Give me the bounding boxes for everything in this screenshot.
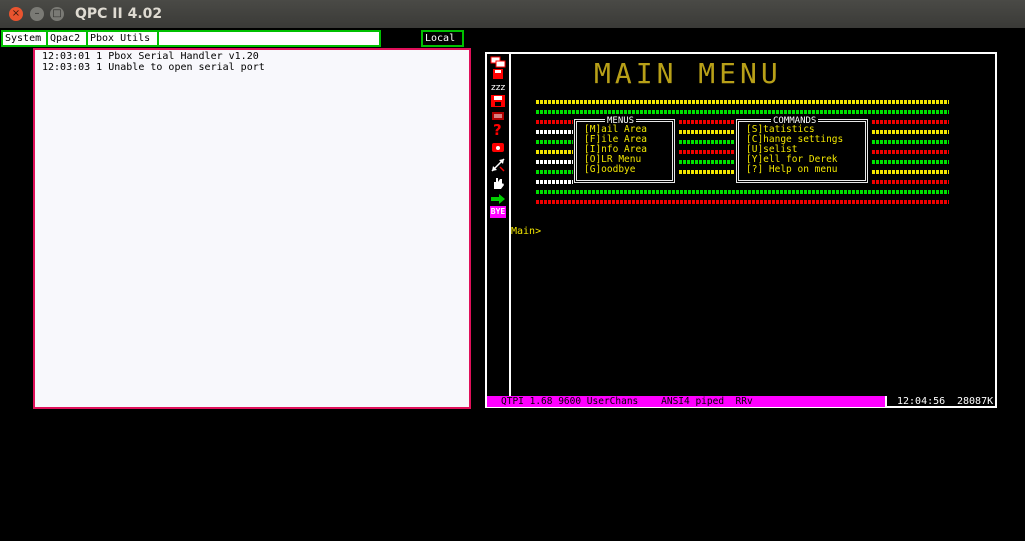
- divider-bar: [872, 130, 949, 134]
- status-bar: QTPI 1.68 9600 UserChans ANSI4 piped RRv: [487, 396, 885, 407]
- help-question-icon[interactable]: ?: [490, 121, 506, 137]
- floppy-stack-icon[interactable]: [490, 68, 506, 80]
- divider-bar: [679, 140, 735, 144]
- divider-bar: [679, 120, 735, 124]
- divider-bar: [872, 180, 949, 184]
- system-button[interactable]: System: [1, 30, 49, 47]
- toolbar-divider: [509, 54, 511, 396]
- divider-bar: [872, 160, 949, 164]
- terminal-window[interactable]: zzz ? BYE MAIN MENU MENUS [M]ail Area [F…: [485, 52, 997, 408]
- pbox-utils-button[interactable]: Pbox Utils: [86, 30, 161, 47]
- resize-arrows-icon[interactable]: [490, 157, 506, 173]
- window-title: QPC II 4.02: [75, 6, 163, 22]
- minimize-icon[interactable]: –: [30, 7, 44, 21]
- local-button[interactable]: Local: [421, 30, 464, 47]
- log-line: 12:03:01 1 Pbox Serial Handler v1.20: [42, 51, 259, 62]
- log-line: 12:03:03 1 Unable to open serial port: [42, 62, 265, 73]
- divider-bar: [872, 140, 949, 144]
- phone-icon[interactable]: [490, 140, 506, 154]
- status-memory: 28087K: [957, 396, 994, 407]
- divider-bar: [536, 100, 949, 104]
- hand-icon[interactable]: [490, 176, 506, 190]
- console-window[interactable]: 12:03:01 1 Pbox Serial Handler v1.20 12:…: [33, 48, 471, 409]
- divider-bar: [536, 160, 573, 164]
- window-titlebar: × – □ QPC II 4.02: [0, 0, 1025, 28]
- divider-bar: [536, 200, 949, 204]
- windows-icon[interactable]: [490, 56, 506, 68]
- menu-item-goodbye[interactable]: [G]oodbye: [584, 165, 635, 175]
- divider-bar: [536, 150, 573, 154]
- divider-bar: [536, 140, 573, 144]
- divider-bar: [536, 190, 949, 194]
- bye-icon[interactable]: BYE: [490, 206, 506, 218]
- divider-bar: [872, 150, 949, 154]
- menu-title: MAIN MENU: [594, 57, 782, 90]
- svg-text:zzz: zzz: [491, 83, 505, 92]
- svg-text:?: ?: [493, 121, 502, 137]
- divider-bar: [536, 130, 573, 134]
- arrow-right-icon[interactable]: [490, 193, 506, 205]
- divider-bar: [679, 170, 735, 174]
- status-time: 12:04:56: [897, 396, 946, 407]
- qpac2-button[interactable]: Qpac2: [46, 30, 89, 47]
- command-input[interactable]: [157, 30, 381, 47]
- sleep-zzz-icon[interactable]: zzz: [490, 80, 506, 92]
- divider-bar: [536, 180, 573, 184]
- divider-bar: [679, 150, 735, 154]
- divider-bar: [536, 110, 949, 114]
- divider-bar: [872, 120, 949, 124]
- command-help[interactable]: [?] Help on menu: [746, 165, 838, 175]
- divider-bar: [679, 160, 735, 164]
- command-prompt[interactable]: Main>: [511, 226, 541, 237]
- close-icon[interactable]: ×: [9, 7, 23, 21]
- divider-bar: [679, 130, 735, 134]
- status-divider: [885, 396, 887, 407]
- divider-bar: [536, 120, 573, 124]
- divider-bar: [536, 170, 573, 174]
- save-disk-icon[interactable]: [490, 94, 506, 108]
- maximize-icon[interactable]: □: [50, 7, 64, 21]
- divider-bar: [872, 170, 949, 174]
